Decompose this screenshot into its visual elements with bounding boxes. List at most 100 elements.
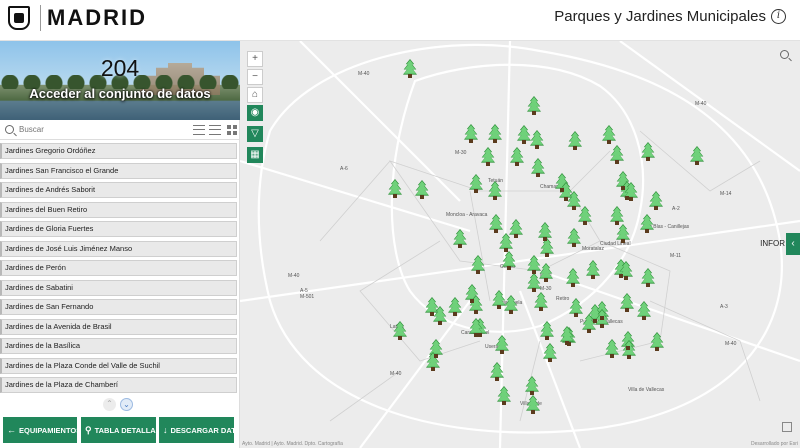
park-marker-icon[interactable] xyxy=(525,376,539,396)
tabla-detallada-button[interactable]: ⚲ TABLA DETALLADA xyxy=(81,417,156,443)
park-marker-icon[interactable] xyxy=(540,238,554,258)
park-marker-icon[interactable] xyxy=(637,301,651,321)
info-panel-toggle[interactable]: ‹ xyxy=(786,233,800,255)
list-item[interactable]: Jardines de José Luis Jiménez Manso xyxy=(0,240,237,257)
list-item[interactable]: Jardines de la Basílica xyxy=(0,338,237,354)
park-marker-icon[interactable] xyxy=(568,131,582,151)
park-marker-icon[interactable] xyxy=(502,251,516,271)
park-marker-icon[interactable] xyxy=(471,255,485,275)
park-marker-icon[interactable] xyxy=(481,147,495,167)
park-marker-icon[interactable] xyxy=(622,340,636,360)
park-marker-icon[interactable] xyxy=(569,298,583,318)
basemap-button[interactable]: ▦ xyxy=(247,147,263,163)
search-bar xyxy=(0,120,240,140)
park-marker-icon[interactable] xyxy=(567,228,581,248)
park-marker-icon[interactable] xyxy=(566,268,580,288)
park-marker-icon[interactable] xyxy=(488,181,502,201)
park-marker-icon[interactable] xyxy=(469,174,483,194)
park-marker-icon[interactable] xyxy=(610,145,624,165)
filter-clear-icon[interactable] xyxy=(209,124,221,135)
park-marker-icon[interactable] xyxy=(497,386,511,406)
list-item[interactable]: Jardines de San Fernando xyxy=(0,299,237,315)
page-down-icon[interactable]: ⌄ xyxy=(120,398,133,411)
park-marker-icon[interactable] xyxy=(641,142,655,162)
park-marker-icon[interactable] xyxy=(403,59,417,79)
hero-banner[interactable]: 204 Acceder al conjunto de datos xyxy=(0,41,240,120)
park-marker-icon[interactable] xyxy=(499,233,513,253)
park-marker-icon[interactable] xyxy=(619,261,633,281)
list-item[interactable]: Jardines San Francisco el Grande xyxy=(0,162,237,179)
map-search-icon[interactable] xyxy=(780,50,794,64)
park-marker-icon[interactable] xyxy=(517,125,531,145)
list-item[interactable]: Jardines de Sabatini xyxy=(0,279,237,296)
list-item[interactable]: Jardines de Perón xyxy=(0,260,237,276)
esri-attribution[interactable]: Desarrollado por Esri xyxy=(751,441,798,447)
zoom-in-button[interactable]: + xyxy=(247,51,263,67)
park-marker-icon[interactable] xyxy=(388,179,402,199)
park-marker-icon[interactable] xyxy=(640,214,654,234)
park-marker-icon[interactable] xyxy=(620,293,634,313)
pagination: ⌃ ⌄ xyxy=(0,398,240,411)
park-marker-icon[interactable] xyxy=(578,206,592,226)
park-marker-icon[interactable] xyxy=(610,206,624,226)
search-input[interactable] xyxy=(19,125,189,134)
filter-button[interactable]: ▽ xyxy=(247,126,263,142)
park-marker-icon[interactable] xyxy=(495,335,509,355)
madrid-logo[interactable]: MADRID xyxy=(8,5,147,31)
map-attribution: Ayto. Madrid | Ayto. Madrid. Dpto. Carto… xyxy=(242,441,343,447)
info-icon[interactable]: i xyxy=(771,9,786,24)
park-marker-icon[interactable] xyxy=(489,214,503,234)
park-marker-icon[interactable] xyxy=(539,263,553,283)
park-marker-icon[interactable] xyxy=(393,321,407,341)
park-marker-icon[interactable] xyxy=(490,362,504,382)
park-marker-icon[interactable] xyxy=(527,96,541,116)
list-item[interactable]: Jardines de Andrés Saborit xyxy=(0,182,237,198)
park-marker-icon[interactable] xyxy=(527,255,541,275)
list-item[interactable]: Jardines de la Plaza de Chamberí xyxy=(0,377,237,393)
park-marker-icon[interactable] xyxy=(534,292,548,312)
park-marker-icon[interactable] xyxy=(488,124,502,144)
park-marker-icon[interactable] xyxy=(453,229,467,249)
park-marker-icon[interactable] xyxy=(448,297,462,317)
park-marker-icon[interactable] xyxy=(433,306,447,326)
park-marker-icon[interactable] xyxy=(602,125,616,145)
park-marker-icon[interactable] xyxy=(504,295,518,315)
park-marker-icon[interactable] xyxy=(586,260,600,280)
equipamientos-button[interactable]: ← EQUIPAMIENTOS xyxy=(3,417,77,443)
list-item[interactable]: Jardines del Buen Retiro xyxy=(0,201,237,218)
park-marker-icon[interactable] xyxy=(469,295,483,315)
page-up-icon[interactable]: ⌃ xyxy=(103,398,116,411)
zoom-out-button[interactable]: − xyxy=(247,69,263,85)
dataset-link[interactable]: Acceder al conjunto de datos xyxy=(0,86,240,101)
park-marker-icon[interactable] xyxy=(560,326,574,346)
park-marker-icon[interactable] xyxy=(616,224,630,244)
map-label: M-40 xyxy=(725,341,737,347)
home-button[interactable]: ⌂ xyxy=(247,87,263,103)
list-item[interactable]: Jardines de la Avenida de Brasil xyxy=(0,318,237,335)
grid-view-icon[interactable] xyxy=(227,124,237,135)
park-marker-icon[interactable] xyxy=(540,321,554,341)
park-marker-icon[interactable] xyxy=(605,339,619,359)
fullscreen-icon[interactable] xyxy=(782,422,792,432)
list-item[interactable]: Jardines de la Plaza Conde del Valle de … xyxy=(0,357,237,374)
map-view[interactable]: M-30 M-30 M-40 M-40 M-40 M-40 M-40 M-14 A-2 A-3 A-… xyxy=(240,41,800,448)
park-marker-icon[interactable] xyxy=(641,268,655,288)
descargar-datos-button[interactable]: ↓ DESCARGAR DATOS xyxy=(159,417,234,443)
park-marker-icon[interactable] xyxy=(510,147,524,167)
park-marker-icon[interactable] xyxy=(531,158,545,178)
park-marker-icon[interactable] xyxy=(415,180,429,200)
park-marker-icon[interactable] xyxy=(649,191,663,211)
layers-button[interactable]: ◉ xyxy=(247,105,263,121)
list-item[interactable]: Jardines Gregorio Ordóñez xyxy=(0,143,237,159)
tabla-detallada-label: TABLA DETALLADA xyxy=(94,425,156,435)
park-marker-icon[interactable] xyxy=(530,130,544,150)
park-marker-icon[interactable] xyxy=(464,124,478,144)
park-marker-icon[interactable] xyxy=(690,146,704,166)
park-marker-icon[interactable] xyxy=(527,273,541,293)
park-marker-icon[interactable] xyxy=(543,343,557,363)
sort-icon[interactable] xyxy=(193,124,205,135)
park-marker-icon[interactable] xyxy=(582,314,596,334)
list-item[interactable]: Jardines de Gloria Fuertes xyxy=(0,221,237,237)
park-marker-icon[interactable] xyxy=(650,332,664,352)
park-marker-icon[interactable] xyxy=(526,395,540,415)
